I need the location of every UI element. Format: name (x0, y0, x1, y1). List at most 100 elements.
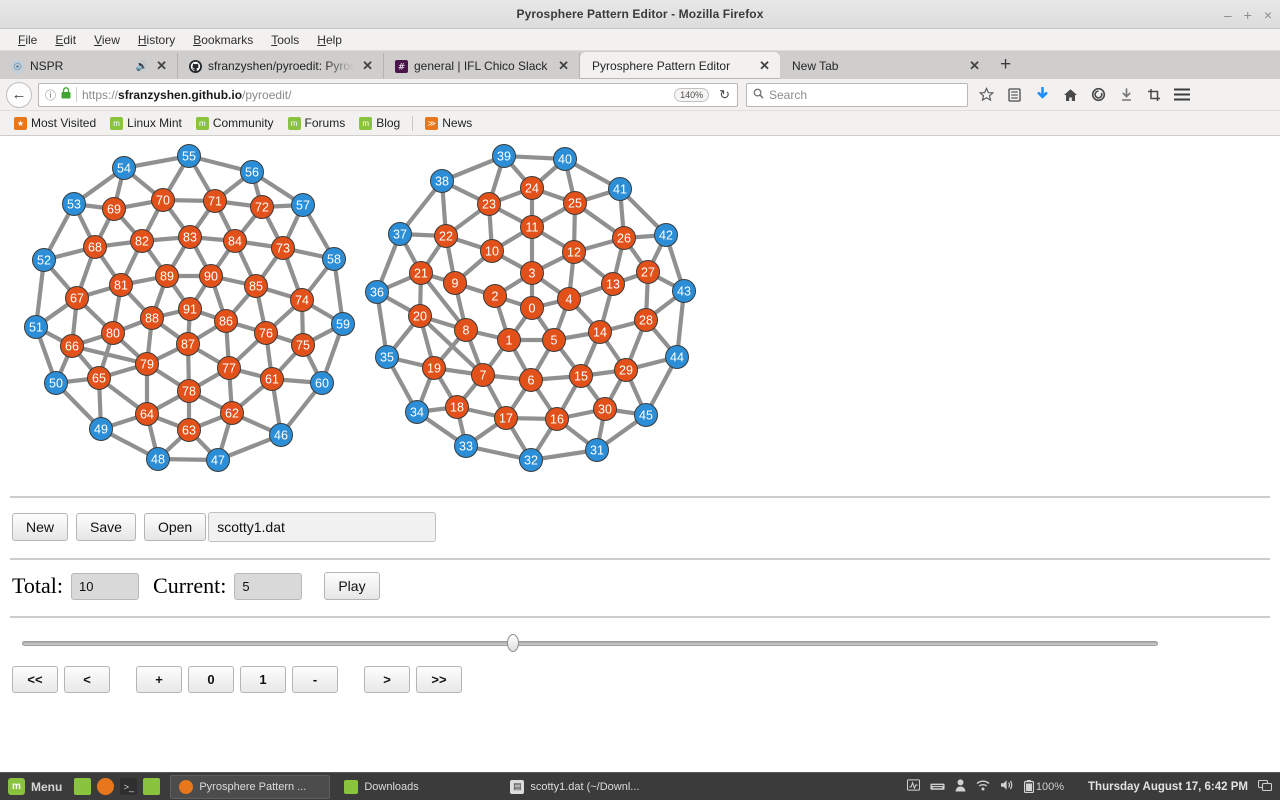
graph-node-1[interactable]: 1 (498, 329, 521, 352)
graph-node-61[interactable]: 61 (261, 368, 284, 391)
bookmark-forums[interactable]: m Forums (282, 114, 352, 132)
graph-node-84[interactable]: 84 (224, 230, 247, 253)
play-button[interactable]: Play (324, 572, 379, 600)
graph-node-89[interactable]: 89 (156, 265, 179, 288)
graph-node-90[interactable]: 90 (200, 265, 223, 288)
keyboard-icon[interactable] (930, 780, 945, 794)
tab-github-pyroedit[interactable]: sfranzyshen/pyroedit: Pyros ✕ (178, 53, 384, 79)
menu-help[interactable]: Help (308, 31, 351, 49)
address-bar[interactable]: ⓘ https://sfranzyshen.github.io/pyroedit… (38, 83, 738, 107)
maximize-button[interactable]: + (1244, 8, 1252, 22)
folder-icon[interactable] (143, 778, 160, 795)
tab-close-button[interactable]: ✕ (556, 58, 571, 74)
graph-node-22[interactable]: 22 (435, 225, 458, 248)
graph-node-33[interactable]: 33 (455, 435, 478, 458)
graph-node-76[interactable]: 76 (255, 322, 278, 345)
right-sphere-nodes[interactable]: 3940384137423643354434453331322423252211… (366, 145, 696, 472)
download-arrow-icon[interactable] (1028, 82, 1056, 108)
graph-node-37[interactable]: 37 (389, 223, 412, 246)
graph-node-74[interactable]: 74 (291, 289, 314, 312)
tab-nspr[interactable]: NSPR 🔊 ✕ (0, 53, 178, 79)
save-button[interactable]: Save (76, 513, 136, 541)
graph-node-88[interactable]: 88 (141, 307, 164, 330)
graph-node-0[interactable]: 0 (521, 297, 544, 320)
graph-node-2[interactable]: 2 (484, 285, 507, 308)
graph-node-82[interactable]: 82 (131, 230, 154, 253)
graph-node-54[interactable]: 54 (113, 157, 136, 180)
graph-node-38[interactable]: 38 (431, 170, 454, 193)
graph-node-83[interactable]: 83 (179, 226, 202, 249)
graph-node-35[interactable]: 35 (376, 346, 399, 369)
graph-node-86[interactable]: 86 (215, 310, 238, 333)
graph-node-15[interactable]: 15 (570, 365, 593, 388)
graph-node-91[interactable]: 91 (179, 298, 202, 321)
tab-close-button[interactable]: ✕ (360, 58, 375, 74)
graph-node-11[interactable]: 11 (521, 216, 544, 239)
graph-node-62[interactable]: 62 (221, 402, 244, 425)
graph-node-46[interactable]: 46 (270, 424, 293, 447)
prev-frame-button[interactable]: < (64, 666, 110, 693)
tab-close-button[interactable]: ✕ (757, 58, 772, 74)
graph-node-36[interactable]: 36 (366, 281, 389, 304)
graph-node-18[interactable]: 18 (446, 396, 469, 419)
graph-node-81[interactable]: 81 (110, 274, 133, 297)
graph-node-75[interactable]: 75 (292, 334, 315, 357)
graph-node-63[interactable]: 63 (178, 419, 201, 442)
graph-node-45[interactable]: 45 (635, 404, 658, 427)
graph-node-42[interactable]: 42 (655, 224, 678, 247)
graph-node-48[interactable]: 48 (147, 448, 170, 471)
graph-node-13[interactable]: 13 (602, 273, 625, 296)
pyrosphere-graph-canvas[interactable]: 5554565357525851595060494648476970717268… (0, 136, 1280, 496)
graph-node-30[interactable]: 30 (594, 398, 617, 421)
menu-history[interactable]: History (129, 31, 184, 49)
filename-input[interactable]: scotty1.dat (208, 512, 436, 542)
value-zero-button[interactable]: 0 (188, 666, 234, 693)
reader-icon[interactable] (1000, 82, 1028, 108)
graph-node-8[interactable]: 8 (455, 319, 478, 342)
user-icon[interactable] (955, 779, 966, 795)
next-frame-button[interactable]: > (364, 666, 410, 693)
terminal-icon[interactable]: >_ (120, 778, 137, 795)
graph-node-53[interactable]: 53 (63, 193, 86, 216)
graph-node-69[interactable]: 69 (103, 198, 126, 221)
bookmark-most-visited[interactable]: ★ Most Visited (8, 114, 102, 132)
graph-node-77[interactable]: 77 (218, 357, 241, 380)
graph-node-10[interactable]: 10 (481, 240, 504, 263)
slider-thumb[interactable] (507, 634, 519, 652)
menu-view[interactable]: View (85, 31, 129, 49)
tab-close-button[interactable]: ✕ (154, 58, 169, 74)
menu-tools[interactable]: Tools (262, 31, 308, 49)
graph-node-21[interactable]: 21 (410, 262, 433, 285)
graph-node-57[interactable]: 57 (292, 194, 315, 217)
minimize-button[interactable]: – (1224, 8, 1232, 22)
graph-node-65[interactable]: 65 (88, 367, 111, 390)
graph-node-51[interactable]: 51 (25, 316, 48, 339)
graph-node-4[interactable]: 4 (558, 288, 581, 311)
menu-file[interactable]: File (9, 31, 46, 49)
bookmark-news[interactable]: ≫ News (419, 114, 478, 132)
new-button[interactable]: New (12, 513, 68, 541)
graph-node-34[interactable]: 34 (406, 401, 429, 424)
graph-node-14[interactable]: 14 (589, 321, 612, 344)
graph-node-66[interactable]: 66 (61, 335, 84, 358)
decrement-button[interactable]: - (292, 666, 338, 693)
volume-icon[interactable] (1000, 779, 1014, 794)
bookmark-blog[interactable]: m Blog (353, 114, 406, 132)
graph-node-24[interactable]: 24 (521, 177, 544, 200)
taskbar-item-scotty1-dat[interactable]: ▤ scotty1.dat (~/Downl... (502, 775, 662, 799)
graph-node-9[interactable]: 9 (444, 272, 467, 295)
start-menu-button[interactable]: m Menu (0, 773, 70, 801)
clock[interactable]: Thursday August 17, 6:42 PM (1088, 781, 1248, 793)
graph-node-28[interactable]: 28 (635, 309, 658, 332)
wifi-icon[interactable] (976, 780, 990, 794)
graph-node-49[interactable]: 49 (90, 418, 113, 441)
back-button[interactable]: ← (6, 82, 32, 108)
graph-node-23[interactable]: 23 (478, 193, 501, 216)
zoom-level-badge[interactable]: 140% (674, 88, 709, 102)
graph-node-67[interactable]: 67 (66, 287, 89, 310)
graph-node-70[interactable]: 70 (152, 189, 175, 212)
workspace-switcher-icon[interactable] (1258, 780, 1272, 794)
home-icon[interactable] (1056, 82, 1084, 108)
menu-edit[interactable]: Edit (46, 31, 85, 49)
hamburger-menu-icon[interactable] (1168, 82, 1196, 108)
